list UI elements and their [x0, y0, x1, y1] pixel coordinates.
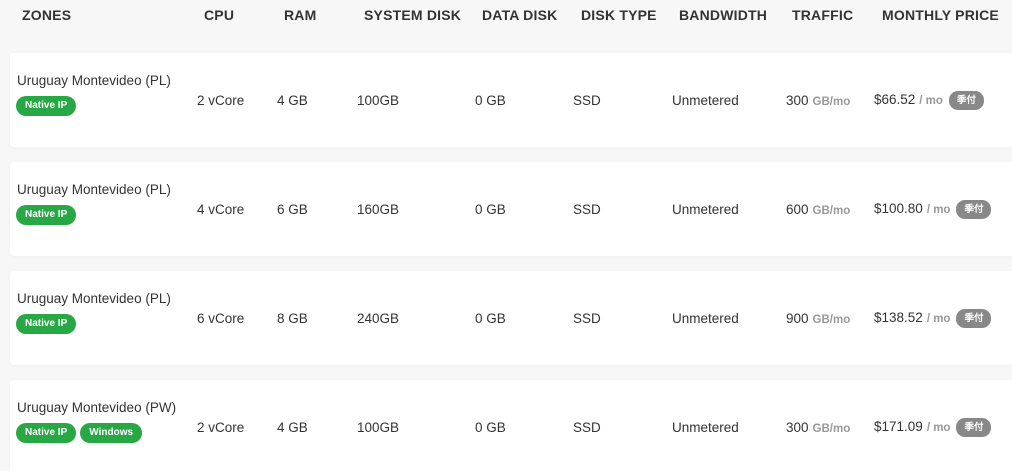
disk-type-value: SSD — [573, 420, 601, 435]
traffic-amount: 600 — [786, 202, 809, 217]
per-month-label: / mo — [926, 204, 951, 217]
zone-badges: Native IP Windows — [16, 423, 143, 443]
payment-term-badge[interactable]: 季付 — [956, 418, 992, 437]
price-amount: $100.80 — [874, 201, 923, 217]
data-disk-value: 0 GB — [475, 420, 506, 435]
monthly-price-value: $100.80/ mo 季付 — [874, 200, 992, 219]
table-row[interactable]: Uruguay Montevideo (PW) Native IP Window… — [10, 380, 1012, 471]
zone-name: Uruguay Montevideo (PL) — [17, 73, 171, 88]
header-data-disk: DATA DISK — [482, 7, 558, 23]
pricing-table: ZONES CPU RAM SYSTEM DISK DATA DISK DISK… — [0, 0, 1012, 471]
system-disk-value: 100GB — [357, 420, 400, 435]
header-bandwidth: BANDWIDTH — [679, 7, 768, 23]
monthly-price-value: $138.52/ mo 季付 — [874, 309, 992, 328]
disk-type-value: SSD — [573, 311, 601, 326]
table-row[interactable]: Uruguay Montevideo (PL) Native IP 6 vCor… — [10, 271, 1012, 365]
per-month-label: / mo — [919, 95, 943, 108]
traffic-unit: GB/mo — [812, 314, 851, 326]
traffic-amount: 300 — [786, 420, 809, 435]
traffic-unit: GB/mo — [812, 423, 851, 435]
native-ip-badge: Native IP — [16, 423, 77, 443]
windows-badge: Windows — [80, 423, 143, 443]
traffic-amount: 300 — [786, 93, 809, 108]
table-row[interactable]: Uruguay Montevideo (PL) Native IP 4 vCor… — [10, 162, 1012, 256]
zone-badges: Native IP — [16, 205, 77, 225]
ram-value: 4 GB — [277, 420, 308, 435]
header-system-disk: SYSTEM DISK — [364, 7, 462, 23]
cpu-value: 6 vCore — [197, 311, 245, 326]
disk-type-value: SSD — [573, 202, 601, 217]
ram-value: 8 GB — [277, 311, 308, 326]
price-amount: $138.52 — [874, 310, 923, 326]
table-header: ZONES CPU RAM SYSTEM DISK DATA DISK DISK… — [0, 0, 1012, 36]
monthly-price-value: $66.52/ mo 季付 — [874, 91, 984, 110]
native-ip-badge: Native IP — [16, 314, 77, 334]
cpu-value: 4 vCore — [197, 202, 245, 217]
header-traffic: TRAFFIC — [792, 7, 854, 23]
bandwidth-value: Unmetered — [672, 93, 739, 108]
zone-name: Uruguay Montevideo (PL) — [17, 291, 171, 306]
ram-value: 4 GB — [277, 93, 308, 108]
data-disk-value: 0 GB — [475, 311, 506, 326]
native-ip-badge: Native IP — [16, 96, 77, 116]
price-amount: $171.09 — [874, 419, 923, 435]
price-amount: $66.52 — [874, 92, 916, 108]
payment-term-badge[interactable]: 季付 — [956, 200, 992, 219]
traffic-amount: 900 — [786, 311, 809, 326]
payment-term-badge[interactable]: 季付 — [956, 309, 992, 328]
traffic-value: 900 GB/mo — [786, 311, 850, 326]
per-month-label: / mo — [926, 422, 951, 435]
header-zones: ZONES — [22, 7, 72, 23]
bandwidth-value: Unmetered — [672, 311, 739, 326]
per-month-label: / mo — [926, 313, 951, 326]
system-disk-value: 240GB — [357, 311, 400, 326]
traffic-unit: GB/mo — [812, 96, 851, 108]
header-disk-type: DISK TYPE — [581, 7, 657, 23]
system-disk-value: 160GB — [357, 202, 400, 217]
bandwidth-value: Unmetered — [672, 202, 739, 217]
data-disk-value: 0 GB — [475, 93, 506, 108]
table-row[interactable]: Uruguay Montevideo (PL) Native IP 2 vCor… — [10, 53, 1012, 147]
header-ram: RAM — [284, 7, 317, 23]
cpu-value: 2 vCore — [197, 420, 245, 435]
native-ip-badge: Native IP — [16, 205, 77, 225]
data-disk-value: 0 GB — [475, 202, 506, 217]
zone-badges: Native IP — [16, 314, 77, 334]
system-disk-value: 100GB — [357, 93, 400, 108]
traffic-unit: GB/mo — [812, 205, 851, 217]
zone-name: Uruguay Montevideo (PL) — [17, 182, 171, 197]
ram-value: 6 GB — [277, 202, 308, 217]
zone-badges: Native IP — [16, 96, 77, 116]
disk-type-value: SSD — [573, 93, 601, 108]
zone-name: Uruguay Montevideo (PW) — [17, 400, 177, 415]
header-monthly-price: MONTHLY PRICE — [882, 7, 999, 23]
bandwidth-value: Unmetered — [672, 420, 739, 435]
payment-term-badge[interactable]: 季付 — [948, 91, 984, 110]
traffic-value: 300 GB/mo — [786, 420, 850, 435]
header-cpu: CPU — [204, 7, 235, 23]
cpu-value: 2 vCore — [197, 93, 245, 108]
traffic-value: 600 GB/mo — [786, 202, 850, 217]
traffic-value: 300 GB/mo — [786, 93, 850, 108]
monthly-price-value: $171.09/ mo 季付 — [874, 418, 992, 437]
